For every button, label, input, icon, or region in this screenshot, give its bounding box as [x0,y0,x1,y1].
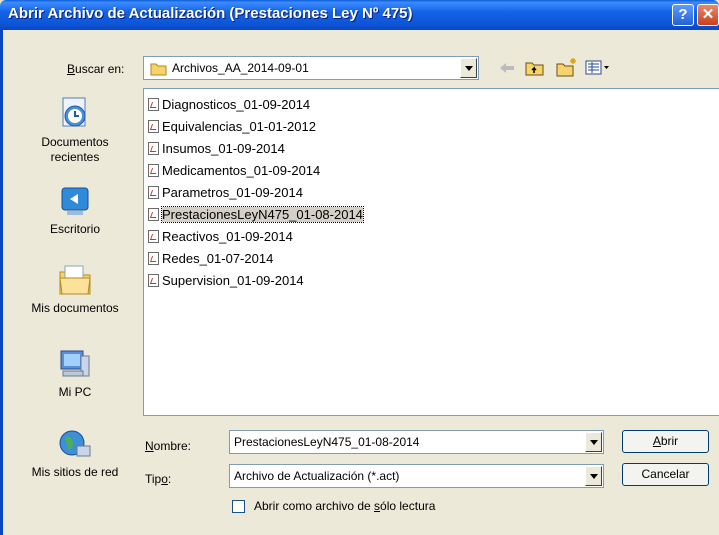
file-icon [148,142,159,155]
view-menu-icon[interactable] [585,60,611,76]
place-label: Mi PC [58,385,92,399]
readonly-checkbox[interactable] [232,500,245,513]
close-icon: ✕ [701,6,715,23]
file-icon [148,120,159,133]
file-item[interactable]: Medicamentos_01-09-2014 [148,162,320,180]
file-icon [148,230,159,243]
close-button[interactable]: ✕ [697,4,719,26]
filetype-select[interactable]: Archivo de Actualización (*.act) [229,464,604,488]
recent-documents-icon [62,97,86,127]
place-desktop[interactable]: Escritorio [25,185,125,237]
filename-label: Nombre: [145,439,192,453]
file-item[interactable]: Diagnosticos_01-09-2014 [148,96,310,114]
window-frame [0,30,3,535]
file-icon [148,98,159,111]
lookin-combo[interactable]: Archivos_AA_2014-09-01 [143,56,479,80]
file-icon [148,208,159,221]
file-item[interactable]: Supervision_01-09-2014 [148,272,304,290]
place-my-documents[interactable]: Mis documentos [25,262,125,316]
folder-icon [150,63,167,76]
up-folder-icon[interactable] [525,59,545,77]
place-label: Mis documentos [31,301,119,315]
title-bar[interactable]: Abrir Archivo de Actualización (Prestaci… [0,0,719,30]
file-item[interactable]: Redes_01-07-2014 [148,250,273,268]
file-item[interactable]: Insumos_01-09-2014 [148,140,285,158]
filetype-value: Archivo de Actualización (*.act) [234,469,400,483]
filename-dropdown-button[interactable] [585,432,602,452]
place-label: Mis sitios de red [31,465,119,479]
file-icon [148,164,159,177]
new-folder-icon[interactable] [556,57,578,77]
place-recent-documents[interactable]: Documentos recientes [25,96,125,165]
help-icon: ? [678,6,688,23]
place-my-computer[interactable]: Mi PC [25,348,125,400]
open-button[interactable]: Abrir [622,430,709,453]
filetype-dropdown-button[interactable] [585,466,602,486]
file-item[interactable]: Equivalencias_01-01-2012 [148,118,316,136]
file-icon [148,274,159,287]
cancel-button[interactable]: Cancelar [622,463,709,486]
file-icon [148,186,159,199]
place-label: Documentos recientes [41,135,109,164]
filetype-label: Tipo: [145,472,172,486]
my-documents-icon [59,265,91,295]
place-label: Escritorio [49,222,100,236]
back-icon[interactable] [498,60,516,76]
desktop-icon [61,187,89,215]
window-title: Abrir Archivo de Actualización (Prestaci… [8,5,413,22]
file-item[interactable]: Reactivos_01-09-2014 [148,228,293,246]
filename-value: PrestacionesLeyN475_01-08-2014 [234,435,420,449]
my-computer-icon [60,350,90,377]
network-places-icon [59,430,91,457]
filename-input[interactable]: PrestacionesLeyN475_01-08-2014 [229,430,604,454]
lookin-label: Buscar en: [67,62,125,76]
readonly-label: Abrir como archivo de sólo lectura [254,499,436,513]
file-item[interactable]: Parametros_01-09-2014 [148,184,303,202]
lookin-value: Archivos_AA_2014-09-01 [172,61,309,75]
help-button[interactable]: ? [672,4,694,26]
file-icon [148,252,159,265]
place-network[interactable]: Mis sitios de red [25,428,125,480]
lookin-dropdown-button[interactable] [460,58,477,78]
file-item-selected[interactable]: PrestacionesLeyN475_01-08-2014 [148,206,364,224]
file-list[interactable]: Diagnosticos_01-09-2014 Equivalencias_01… [143,88,719,416]
